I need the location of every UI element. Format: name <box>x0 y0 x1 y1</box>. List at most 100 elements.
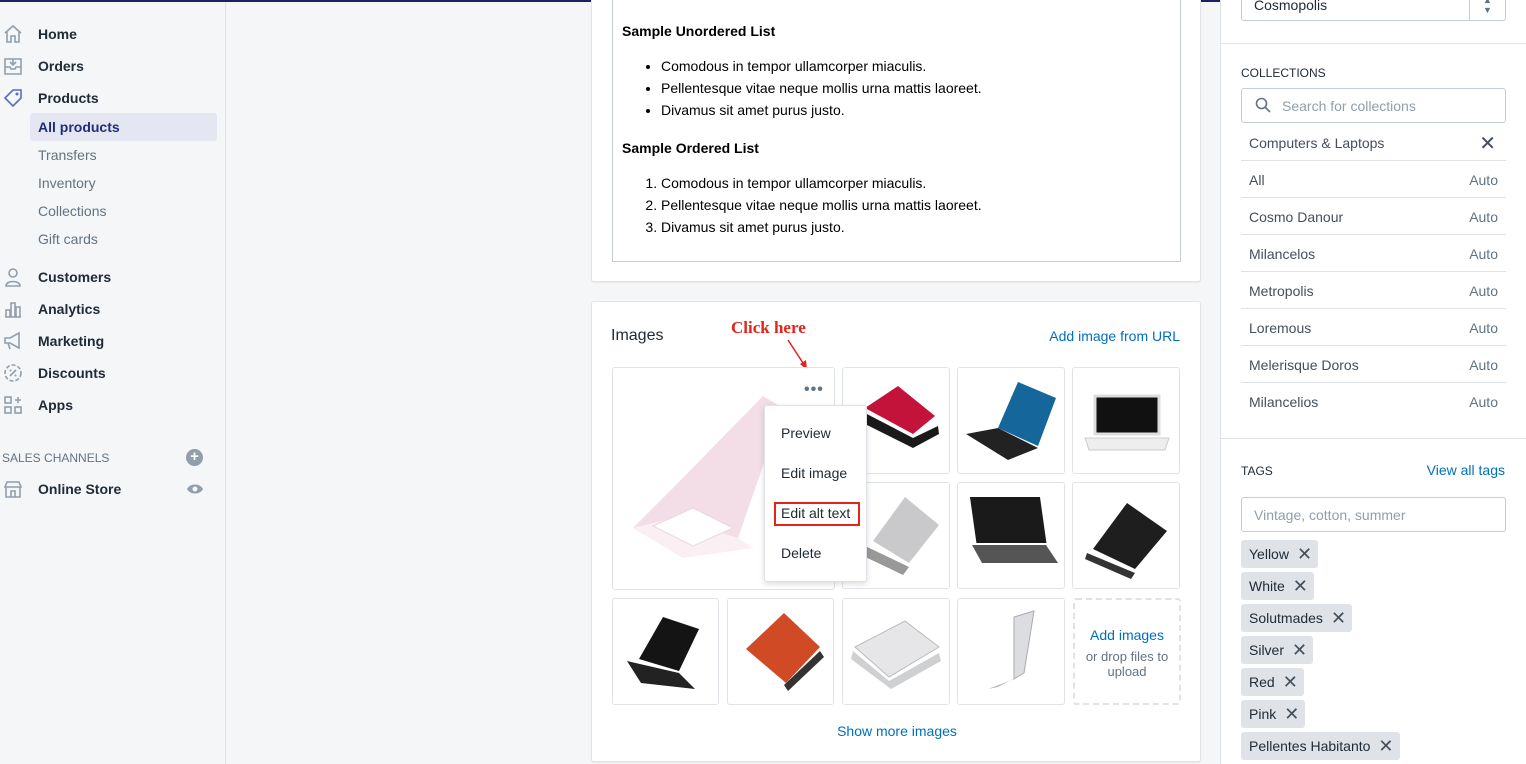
description-editor[interactable]: Sample Unordered List Comodous in tempor… <box>612 0 1181 262</box>
tag-label: Yellow <box>1249 546 1289 562</box>
collection-type: Auto <box>1469 172 1498 188</box>
nav-products[interactable]: Products <box>0 86 220 110</box>
tag-label: Red <box>1249 674 1275 690</box>
nav-label: Orders <box>38 58 84 74</box>
sidebar: Home Orders Products All products Transf… <box>0 2 226 764</box>
menu-item-edit-image[interactable]: Edit image <box>781 465 847 481</box>
tags-input[interactable]: Vintage, cotton, summer <box>1241 497 1506 532</box>
collection-type: Auto <box>1469 357 1498 373</box>
remove-collection-icon[interactable]: ✕ <box>1479 131 1496 156</box>
collection-type: Auto <box>1469 209 1498 225</box>
nav-label: Home <box>38 26 77 42</box>
add-sales-channel-icon[interactable]: + <box>186 449 203 466</box>
collections-placeholder: Search for collections <box>1282 98 1416 114</box>
nav-customers[interactable]: Customers <box>0 265 220 289</box>
nav-analytics[interactable]: Analytics <box>0 297 220 321</box>
sidebar-item-gift-cards[interactable]: Gift cards <box>30 225 217 253</box>
collection-row[interactable]: Melerisque Doros Auto <box>1241 346 1506 383</box>
remove-tag-icon[interactable]: ✕ <box>1292 641 1307 659</box>
tag-label: Pink <box>1249 706 1277 722</box>
unordered-list-title: Sample Unordered List <box>622 23 776 39</box>
apps-icon <box>2 394 24 416</box>
sidebar-item-inventory[interactable]: Inventory <box>30 169 217 197</box>
collections-label: COLLECTIONS <box>1241 66 1326 80</box>
collection-type: Auto <box>1469 246 1498 262</box>
list-item: Pellentesque vitae neque mollis urna mat… <box>661 194 982 216</box>
collection-row[interactable]: Metropolis Auto <box>1241 272 1506 309</box>
discount-icon <box>2 362 24 384</box>
sidebar-item-all-products[interactable]: All products <box>30 113 217 141</box>
list-item: Divamus sit amet purus justo. <box>661 99 982 121</box>
tag-chip: Yellow ✕ <box>1241 540 1319 568</box>
tag-chip: Pellentes Habitanto ✕ <box>1241 732 1400 760</box>
person-icon <box>2 266 24 288</box>
collection-row[interactable]: Milancelios Auto <box>1241 383 1506 420</box>
menu-item-delete[interactable]: Delete <box>781 545 821 561</box>
vendor-section: Cosmopolis ▲ ▼ <box>1221 0 1526 44</box>
view-all-tags-link[interactable]: View all tags <box>1427 462 1505 478</box>
collection-name: Milancelios <box>1249 394 1319 410</box>
list-item: Pellentesque vitae neque mollis urna mat… <box>661 77 982 99</box>
collection-row[interactable]: Milancelos Auto <box>1241 235 1506 272</box>
nav-apps[interactable]: Apps <box>0 393 220 417</box>
nav-label: Apps <box>38 397 73 413</box>
select-arrows-icon: ▲ ▼ <box>1469 0 1505 20</box>
remove-tag-icon[interactable]: ✕ <box>1331 609 1346 627</box>
tag-chip: Pink ✕ <box>1241 700 1306 728</box>
collection-name: Cosmo Danour <box>1249 209 1344 225</box>
list-item: Divamus sit amet purus justo. <box>661 216 982 238</box>
right-column: Cosmopolis ▲ ▼ COLLECTIONS Search for col… <box>1220 0 1526 764</box>
collection-row[interactable]: All Auto <box>1241 161 1506 198</box>
product-image-thumb[interactable] <box>957 598 1065 705</box>
collection-row[interactable]: Cosmo Danour Auto <box>1241 198 1506 235</box>
add-images-link[interactable]: Add images <box>1075 627 1179 643</box>
description-card: Sample Unordered List Comodous in tempor… <box>591 0 1201 282</box>
tag-chip: Solutmades ✕ <box>1241 604 1353 632</box>
menu-item-edit-alt-text[interactable]: Edit alt text <box>781 505 850 521</box>
product-image-thumb[interactable] <box>842 598 950 705</box>
show-more-images-link[interactable]: Show more images <box>592 723 1202 739</box>
vendor-select[interactable]: Cosmopolis ▲ ▼ <box>1241 0 1506 21</box>
drop-files-text: or drop files to upload <box>1085 649 1169 679</box>
remove-tag-icon[interactable]: ✕ <box>1297 545 1312 563</box>
collection-row[interactable]: Loremous Auto <box>1241 309 1506 346</box>
remove-tag-icon[interactable]: ✕ <box>1284 705 1299 723</box>
product-image-thumb[interactable] <box>957 482 1065 589</box>
tag-chip: Red ✕ <box>1241 668 1304 696</box>
collections-section: COLLECTIONS Search for collections Compu… <box>1221 44 1526 439</box>
orders-icon <box>2 55 24 77</box>
remove-tag-icon[interactable]: ✕ <box>1293 577 1308 595</box>
tag-label: Pellentes Habitanto <box>1249 738 1371 754</box>
add-images-dropzone[interactable]: Add images or drop files to upload <box>1073 598 1181 705</box>
sidebar-item-transfers[interactable]: Transfers <box>30 141 217 169</box>
remove-tag-icon[interactable]: ✕ <box>1283 673 1298 691</box>
remove-tag-icon[interactable]: ✕ <box>1378 737 1393 755</box>
product-image-thumb[interactable] <box>727 598 834 705</box>
tag-chip: White ✕ <box>1241 572 1314 600</box>
tag-chip: Silver ✕ <box>1241 636 1314 664</box>
nav-orders[interactable]: Orders <box>0 54 220 78</box>
product-image-thumb[interactable] <box>612 598 719 705</box>
tag-icon <box>2 87 24 109</box>
product-image-thumb[interactable] <box>1072 367 1180 474</box>
tag-label: Silver <box>1249 642 1285 658</box>
search-icon <box>1255 97 1271 116</box>
sidebar-item-collections[interactable]: Collections <box>30 197 217 225</box>
image-actions-menu: Preview Edit image Edit alt text Delete <box>764 405 867 582</box>
collection-name: Loremous <box>1249 320 1312 336</box>
collections-search-input[interactable]: Search for collections <box>1241 88 1506 123</box>
eye-icon[interactable] <box>186 482 204 499</box>
list-item: Comodous in tempor ullamcorper miaculis. <box>661 172 982 194</box>
product-image-thumb[interactable] <box>1072 482 1180 589</box>
nav-discounts[interactable]: Discounts <box>0 361 220 385</box>
more-horizontal-icon[interactable]: ••• <box>804 381 824 399</box>
home-icon <box>2 23 24 45</box>
collection-name: Computers & Laptops <box>1249 135 1385 151</box>
nav-marketing[interactable]: Marketing <box>0 329 220 353</box>
collection-name: Metropolis <box>1249 283 1314 299</box>
nav-label: Discounts <box>38 365 106 381</box>
vendor-value: Cosmopolis <box>1254 0 1328 13</box>
product-image-thumb[interactable] <box>957 367 1065 474</box>
nav-home[interactable]: Home <box>0 22 220 46</box>
menu-item-preview[interactable]: Preview <box>781 425 831 441</box>
